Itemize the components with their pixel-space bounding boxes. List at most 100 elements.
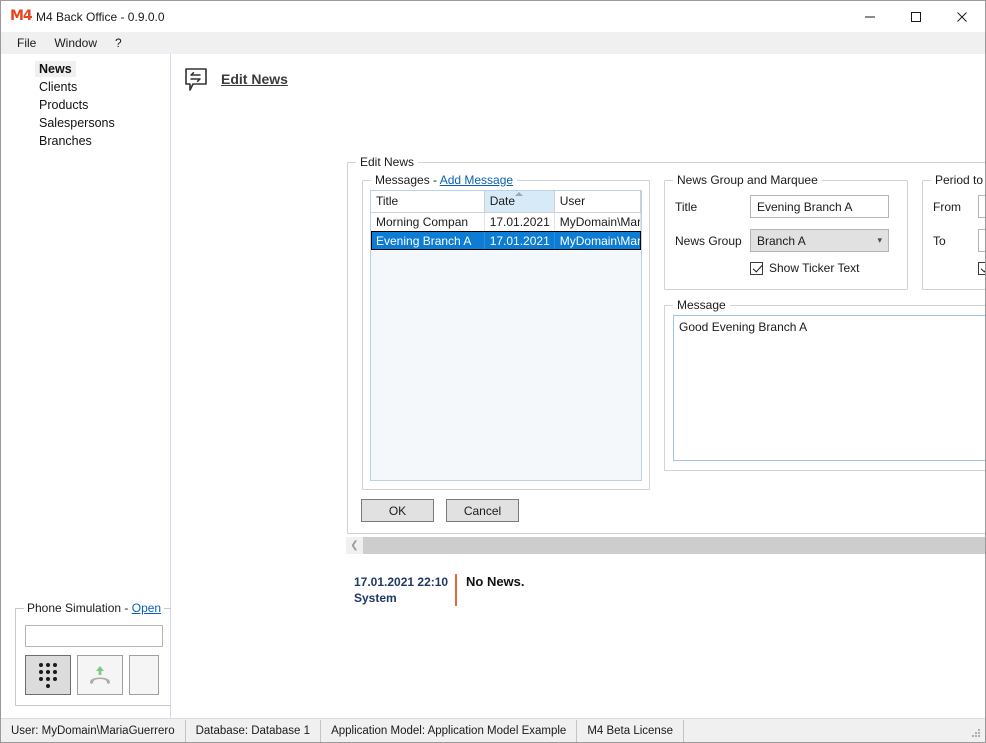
sidebar-nav-list: News Clients Products Salespersons Branc… <box>1 54 170 151</box>
title-input[interactable]: Evening Branch A <box>750 195 889 218</box>
status-license: M4 Beta License <box>577 719 684 742</box>
edit-news-group: Edit News Messages - Add Message Title D… <box>347 155 985 534</box>
phone-up-icon <box>90 666 110 684</box>
to-date-input[interactable]: 18.01.2021 <box>978 229 985 252</box>
status-user: User: MyDomain\MariaGuerrero <box>1 719 186 742</box>
period-group-legend: Period to Show Message <box>931 173 985 187</box>
column-header-title[interactable]: Title <box>371 191 485 213</box>
window-title: M4 Back Office - 0.9.0.0 <box>36 9 165 24</box>
cancel-button[interactable]: Cancel <box>446 499 519 522</box>
from-label: From <box>933 199 961 214</box>
message-textarea[interactable]: Good Evening Branch A <box>674 316 985 460</box>
messages-legend-text: Messages - <box>375 173 440 187</box>
news-group-label: News Group <box>675 233 742 248</box>
message-textarea-wrap[interactable]: Good Evening Branch A ▲ ▼ <box>673 315 985 461</box>
news-feed-text: No News. <box>466 574 525 589</box>
messages-group: Messages - Add Message Title Date User M… <box>362 173 650 490</box>
phone-simulation-open-link[interactable]: Open <box>132 601 161 615</box>
phone-simulation-legend-text: Phone Simulation - <box>27 601 132 615</box>
menu-item-window[interactable]: Window <box>45 34 106 52</box>
status-database: Database: Database 1 <box>186 719 322 742</box>
news-group-marquee-legend: News Group and Marquee <box>673 173 822 187</box>
sidebar-item-salespersons[interactable]: Salespersons <box>35 115 119 131</box>
sort-ascending-icon <box>515 192 524 196</box>
show-ticker-text-label: Show Ticker Text <box>769 261 860 275</box>
table-row[interactable]: Morning Compan 17.01.2021 MyDomain\Maria <box>371 212 641 231</box>
to-date-field[interactable]: 18.01.2021 15 <box>978 229 985 252</box>
news-feed-meta: 17.01.2021 22:10 System <box>354 574 451 606</box>
news-group-marquee-group: News Group and Marquee Title Evening Bra… <box>664 173 908 290</box>
message-group: Message Good Evening Branch A ▲ ▼ <box>664 298 985 471</box>
page-title: Edit News <box>221 71 288 87</box>
window-controls <box>847 1 985 32</box>
dialpad-icon <box>39 662 57 688</box>
sidebar-item-products[interactable]: Products <box>35 97 92 113</box>
news-group-selected-value: Branch A <box>757 233 806 248</box>
hangup-button[interactable] <box>77 655 123 695</box>
table-row[interactable]: Evening Branch A 17.01.2021 MyDomain\Mar… <box>371 231 641 250</box>
third-phone-button[interactable] <box>129 655 159 695</box>
speech-bubble-exchange-icon <box>181 64 211 94</box>
sidebar-item-news[interactable]: News <box>35 61 76 77</box>
news-feed-divider <box>455 574 457 606</box>
news-group-select[interactable]: Branch A ▾ <box>750 229 889 252</box>
phone-simulation-legend: Phone Simulation - Open <box>24 601 165 615</box>
body-area: News Clients Products Salespersons Branc… <box>1 54 985 718</box>
cell-date: 17.01.2021 <box>484 212 555 231</box>
form-button-row: OK Cancel <box>361 499 519 522</box>
horizontal-scroll-thumb[interactable] <box>363 537 985 554</box>
scroll-left-icon[interactable]: ❮ <box>346 537 363 554</box>
publish-news-checkbox-row[interactable]: Publish News <box>978 261 985 275</box>
minimize-button[interactable] <box>847 1 893 32</box>
to-label: To <box>933 233 946 248</box>
sidebar: News Clients Products Salespersons Branc… <box>1 54 171 718</box>
dialpad-button[interactable] <box>25 655 71 695</box>
messages-table-wrap[interactable]: Title Date User Morning Compan 17.01.202… <box>370 190 642 481</box>
news-feed-timestamp: 17.01.2021 22:10 <box>354 575 449 589</box>
show-ticker-text-checkbox[interactable] <box>750 261 763 275</box>
close-button[interactable] <box>939 1 985 32</box>
cell-user: MyDomain\Maria <box>554 231 641 250</box>
phone-button-row <box>25 655 171 695</box>
column-header-user[interactable]: User <box>554 191 641 213</box>
cell-title: Morning Compan <box>371 212 485 231</box>
title-label: Title <box>675 199 698 214</box>
column-header-date-label: Date <box>489 194 516 209</box>
application-window: M4 M4 Back Office - 0.9.0.0 File Window … <box>0 0 986 743</box>
publish-news-checkbox[interactable] <box>978 261 985 275</box>
messages-table-body: Morning Compan 17.01.2021 MyDomain\Maria… <box>371 212 641 250</box>
sidebar-item-clients[interactable]: Clients <box>35 79 81 95</box>
column-header-date[interactable]: Date <box>484 191 555 213</box>
sidebar-item-branches[interactable]: Branches <box>35 133 96 149</box>
news-feed-source: System <box>354 591 397 605</box>
title-bar: M4 M4 Back Office - 0.9.0.0 <box>1 1 985 32</box>
from-date-input[interactable]: 17.01.2021 <box>978 195 985 218</box>
app-logo-icon: M4 <box>10 7 33 24</box>
show-ticker-text-checkbox-row[interactable]: Show Ticker Text <box>750 261 859 275</box>
resize-grip-icon[interactable] <box>970 727 982 739</box>
cell-title: Evening Branch A <box>371 231 485 250</box>
edit-news-group-legend: Edit News <box>356 155 419 169</box>
news-feed-entry: 17.01.2021 22:10 System No News. <box>354 574 525 606</box>
menu-item-help[interactable]: ? <box>106 34 131 52</box>
phone-number-input[interactable] <box>25 625 163 647</box>
cell-date: 17.01.2021 <box>484 231 555 250</box>
add-message-link[interactable]: Add Message <box>440 173 513 187</box>
ok-button[interactable]: OK <box>361 499 434 522</box>
content-area: Edit News Edit News Messages - Add Messa… <box>171 54 985 718</box>
messages-table: Title Date User Morning Compan 17.01.202… <box>371 191 641 250</box>
menu-item-file[interactable]: File <box>8 34 45 52</box>
chevron-down-icon: ▾ <box>877 235 882 245</box>
maximize-button[interactable] <box>893 1 939 32</box>
messages-group-legend: Messages - Add Message <box>371 173 518 187</box>
table-header-row: Title Date User <box>371 191 641 213</box>
menu-bar: File Window ? <box>1 32 985 54</box>
horizontal-scrollbar[interactable]: ❮ ❯ <box>346 537 985 554</box>
period-to-show-message-group: Period to Show Message From 17.01.2021 1… <box>922 173 985 290</box>
phone-simulation-panel: Phone Simulation - Open <box>15 601 171 706</box>
message-group-legend: Message <box>673 298 730 312</box>
status-application-model: Application Model: Application Model Exa… <box>321 719 578 742</box>
from-date-field[interactable]: 17.01.2021 15 <box>978 195 985 218</box>
page-header: Edit News <box>171 54 985 94</box>
status-bar: User: MyDomain\MariaGuerrero Database: D… <box>1 718 985 742</box>
